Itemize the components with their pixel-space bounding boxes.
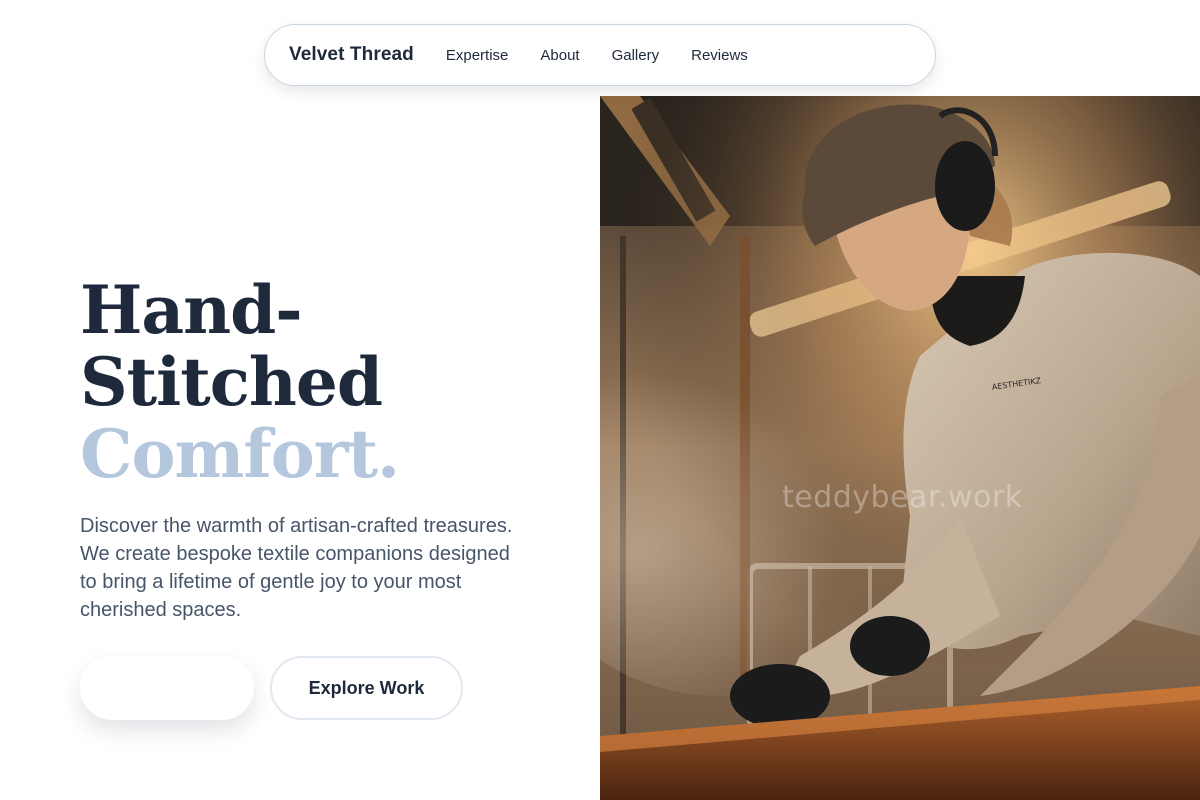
hero-headline: Hand- Stitched Comfort.: [80, 274, 560, 490]
headline-accent-line: Comfort.: [80, 415, 400, 493]
image-watermark: teddybear.work: [782, 480, 1023, 515]
top-navigation: Velvet Thread Expertise About Gallery Re…: [264, 24, 936, 86]
headline-line-1: Hand-: [80, 271, 303, 349]
primary-cta-button[interactable]: [80, 656, 254, 720]
nav-link-gallery[interactable]: Gallery: [612, 43, 660, 68]
hero-description: Discover the warmth of artisan-crafted t…: [80, 515, 513, 621]
nav-link-about[interactable]: About: [540, 43, 579, 68]
artisan-illustration: AESTHETIKZ: [600, 96, 1200, 800]
nav-link-expertise[interactable]: Expertise: [446, 43, 509, 68]
headline-line-2: Stitched: [80, 343, 383, 421]
explore-work-button[interactable]: Explore Work: [270, 656, 463, 720]
hero-photo-artisan: AESTHETIKZ teddybear.work: [600, 96, 1200, 800]
nav-link-reviews[interactable]: Reviews: [691, 43, 748, 68]
brand-logo-text[interactable]: Velvet Thread: [289, 44, 414, 66]
